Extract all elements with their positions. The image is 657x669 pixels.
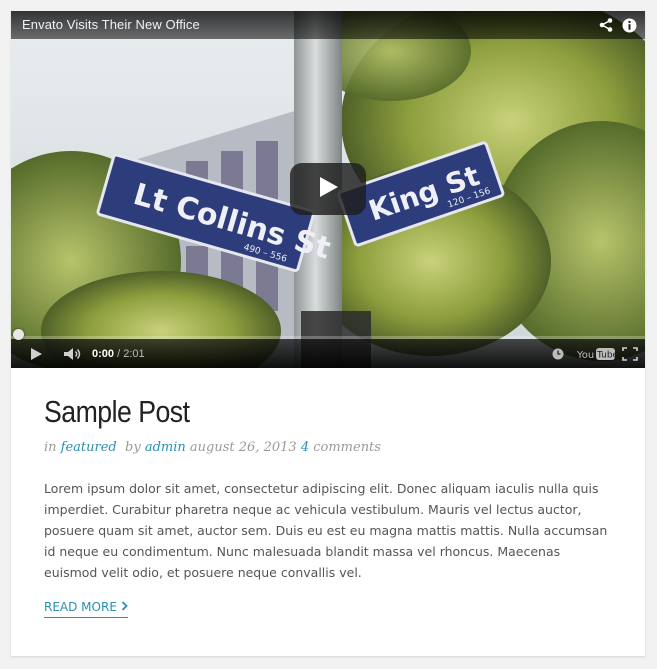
time-current: 0:00 [92, 348, 115, 360]
svg-text:Tube: Tube [596, 351, 615, 361]
category-link[interactable]: featured [61, 440, 117, 455]
author-link[interactable]: admin [145, 440, 186, 455]
meta-in-label: in [44, 440, 57, 455]
progress-scrubber[interactable] [13, 329, 24, 340]
video-title[interactable]: Envato Visits Their New Office [22, 17, 200, 32]
read-more-link[interactable]: READ MORE [44, 600, 128, 618]
comments-label: comments [313, 440, 381, 455]
progress-bar[interactable] [11, 329, 645, 340]
post-meta: in featured by admin august 26, 2013 4 c… [44, 440, 381, 455]
post-excerpt: Lorem ipsum dolor sit amet, consectetur … [44, 481, 608, 580]
play-icon [317, 176, 339, 203]
chevron-right-icon [121, 600, 128, 614]
play-overlay-button[interactable] [290, 163, 366, 215]
post-date: august 26, 2013 [189, 440, 297, 455]
meta-by-label: by [125, 440, 141, 455]
video-player[interactable]: Lt Collins St 490 – 556 King St 120 – 15… [11, 11, 645, 368]
time-separator: / [114, 348, 124, 360]
share-icon[interactable] [597, 16, 615, 34]
info-icon[interactable] [620, 16, 638, 34]
read-more-label: READ MORE [44, 600, 117, 614]
youtube-logo[interactable]: You Tube [577, 345, 615, 363]
time-total: 2:01 [123, 348, 145, 360]
volume-icon[interactable] [62, 345, 84, 363]
post-card: Lt Collins St 490 – 556 King St 120 – 15… [11, 11, 645, 656]
play-icon[interactable] [27, 345, 45, 363]
clock-icon[interactable] [550, 345, 566, 363]
fullscreen-icon[interactable] [621, 345, 639, 363]
post-title[interactable]: Sample Post [44, 394, 190, 430]
svg-text:You: You [577, 350, 594, 361]
video-controls: 0:00 / 2:01 You Tube [11, 329, 645, 368]
time-display: 0:00 / 2:01 [92, 348, 145, 360]
video-title-bar: Envato Visits Their New Office [11, 11, 645, 39]
comments-count-link[interactable]: 4 [301, 440, 309, 455]
